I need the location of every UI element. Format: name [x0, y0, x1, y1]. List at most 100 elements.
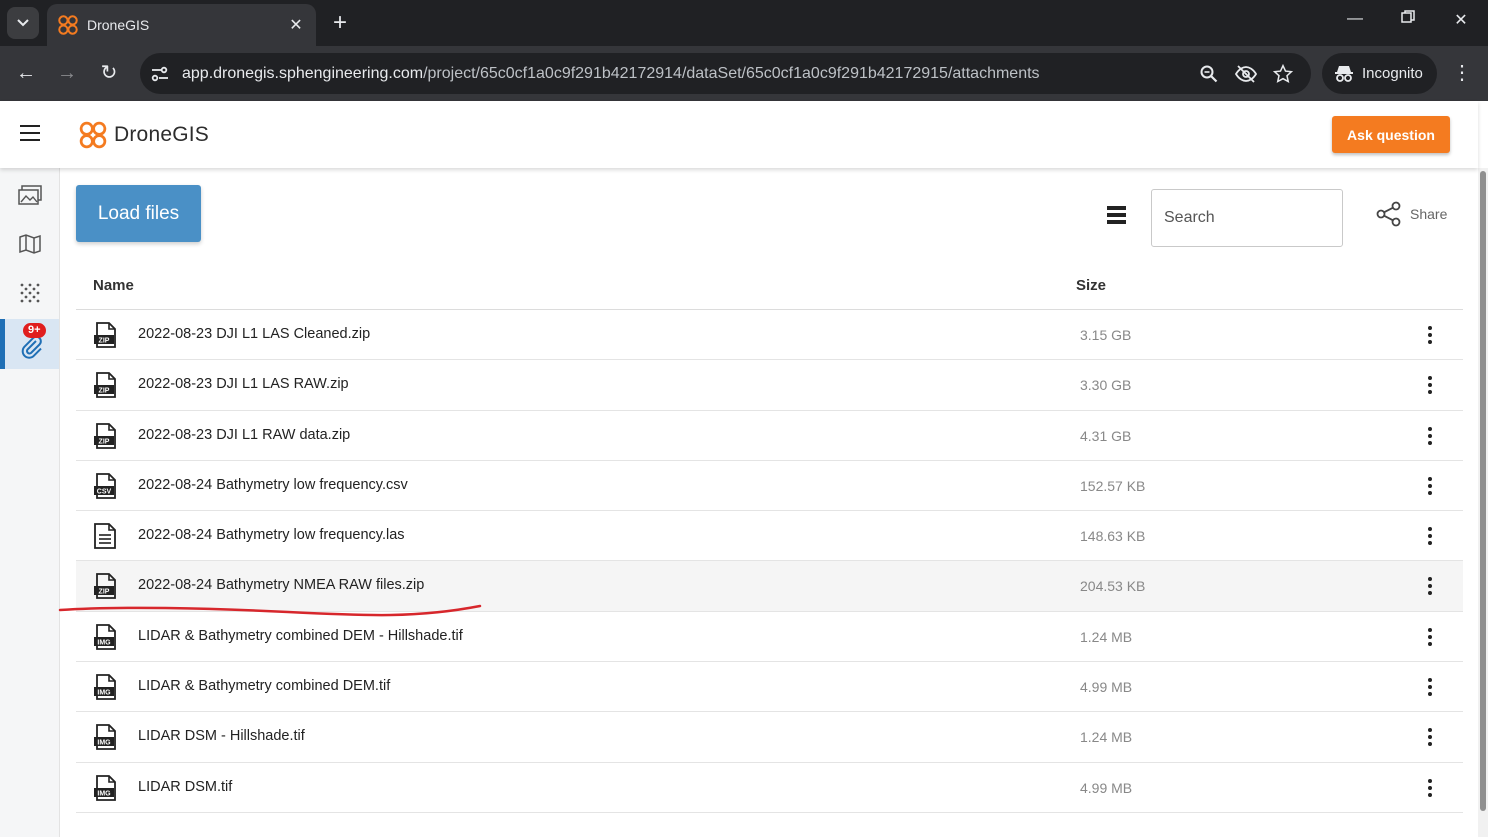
file-size: 1.24 MB	[1080, 628, 1133, 645]
column-header-name[interactable]: Name	[93, 277, 134, 294]
menu-hamburger-icon[interactable]	[20, 125, 40, 141]
minimize-icon[interactable]: —	[1342, 10, 1368, 28]
row-more-options-icon[interactable]	[1420, 475, 1440, 497]
bookmark-star-icon[interactable]	[1271, 62, 1295, 86]
table-row[interactable]: IMG LIDAR & Bathymetry combined DEM.tif 4.…	[76, 662, 1463, 713]
table-header: Name Size	[76, 260, 1463, 310]
list-view-icon[interactable]	[1107, 206, 1126, 224]
file-size: 3.30 GB	[1080, 377, 1132, 394]
restore-icon[interactable]	[1395, 10, 1421, 29]
window-close-icon[interactable]: ✕	[1448, 10, 1474, 30]
incognito-indicator[interactable]: Incognito	[1322, 53, 1437, 94]
file-size: 152.57 KB	[1080, 477, 1146, 494]
share-label: Share	[1410, 206, 1448, 222]
row-more-options-icon[interactable]	[1420, 374, 1440, 396]
column-header-size[interactable]: Size	[1076, 277, 1106, 294]
tab-close-icon[interactable]: ✕	[286, 15, 306, 35]
file-name[interactable]: 2022-08-24 Bathymetry low frequency.csv	[138, 477, 408, 493]
file-name[interactable]: 2022-08-23 DJI L1 RAW data.zip	[138, 427, 350, 443]
load-files-button[interactable]: Load files	[76, 185, 201, 242]
incognito-icon	[1335, 65, 1353, 82]
svg-text:ZIP: ZIP	[99, 388, 110, 395]
file-name[interactable]: 2022-08-24 Bathymetry NMEA RAW files.zip	[138, 577, 424, 593]
table-row[interactable]: IMG LIDAR DSM - Hillshade.tif 1.24 MB	[76, 712, 1463, 763]
row-more-options-icon[interactable]	[1420, 726, 1440, 748]
file-zip-icon: ZIP	[93, 322, 117, 348]
table-row[interactable]: ZIP 2022-08-23 DJI L1 LAS RAW.zip 3.30 GB	[76, 360, 1463, 411]
url-host: app.dronegis.sphengineering.com	[182, 64, 424, 82]
file-zip-icon: ZIP	[93, 372, 117, 399]
table-row[interactable]: CSV 2022-08-24 Bathymetry low frequency.c…	[76, 461, 1463, 512]
attachments-count-badge: 9+	[23, 323, 46, 338]
tracking-protection-eye-icon[interactable]	[1234, 62, 1258, 86]
dronegis-favicon-icon	[57, 14, 79, 36]
row-more-options-icon[interactable]	[1420, 626, 1440, 648]
row-more-options-icon[interactable]	[1420, 676, 1440, 698]
table-row[interactable]: IMG LIDAR DSM.tif 4.99 MB	[76, 763, 1463, 813]
file-img-icon: IMG	[93, 674, 117, 700]
svg-text:ZIP: ZIP	[99, 438, 110, 445]
row-more-options-icon[interactable]	[1420, 525, 1440, 547]
file-name[interactable]: 2022-08-23 DJI L1 LAS RAW.zip	[138, 376, 349, 392]
row-more-options-icon[interactable]	[1420, 777, 1440, 799]
rail-item-gallery[interactable]	[0, 170, 59, 220]
gallery-icon	[17, 185, 42, 205]
svg-text:CSV: CSV	[97, 488, 112, 495]
svg-text:IMG: IMG	[97, 639, 111, 646]
file-size: 148.63 KB	[1080, 528, 1146, 545]
site-info-icon[interactable]	[148, 62, 172, 86]
file-name[interactable]: 2022-08-23 DJI L1 LAS Cleaned.zip	[138, 326, 370, 342]
logo-text: DroneGIS	[114, 123, 209, 146]
file-name[interactable]: LIDAR DSM.tif	[138, 779, 232, 795]
back-arrow-icon[interactable]: ←	[13, 60, 39, 86]
file-doc-icon	[93, 523, 117, 550]
file-size: 4.31 GB	[1080, 427, 1132, 444]
zoom-icon[interactable]	[1197, 62, 1221, 86]
app-logo[interactable]: DroneGIS	[78, 120, 209, 150]
tab-search-button[interactable]	[7, 7, 39, 39]
svg-text:ZIP: ZIP	[99, 589, 110, 596]
share-button[interactable]: Share	[1376, 201, 1447, 227]
file-size: 204.53 KB	[1080, 578, 1146, 595]
rail-item-pointcloud[interactable]	[0, 268, 59, 318]
chevron-down-icon	[17, 19, 29, 27]
ask-question-button[interactable]: Ask question	[1332, 116, 1450, 153]
pointcloud-icon	[20, 283, 39, 303]
svg-text:IMG: IMG	[97, 690, 111, 697]
page-scrollbar[interactable]	[1478, 168, 1488, 837]
tab-title: DroneGIS	[87, 17, 150, 33]
file-name[interactable]: LIDAR DSM - Hillshade.tif	[138, 728, 305, 744]
rail-item-map[interactable]	[0, 219, 59, 269]
left-nav-rail: 9+	[0, 168, 60, 837]
file-csv-icon: CSV	[93, 472, 117, 499]
table-row[interactable]: 2022-08-24 Bathymetry low frequency.las 1…	[76, 511, 1463, 562]
scrollbar-thumb[interactable]	[1480, 171, 1486, 811]
url-path: /project/65c0cf1a0c9f291b42172914/dataSe…	[423, 64, 1040, 82]
file-name[interactable]: 2022-08-24 Bathymetry low frequency.las	[138, 527, 405, 543]
address-bar[interactable]: app.dronegis.sphengineering.com/project/…	[140, 53, 1311, 94]
forward-arrow-icon[interactable]: →	[54, 60, 80, 86]
file-zip-icon: ZIP	[93, 573, 117, 600]
table-row[interactable]: ZIP 2022-08-24 Bathymetry NMEA RAW files.…	[76, 561, 1463, 612]
browser-tab[interactable]: DroneGIS ✕	[47, 4, 316, 46]
file-name[interactable]: LIDAR & Bathymetry combined DEM - Hillsh…	[138, 628, 463, 644]
new-tab-plus-icon[interactable]: +	[328, 9, 352, 37]
row-more-options-icon[interactable]	[1420, 324, 1440, 346]
svg-text:IMG: IMG	[97, 790, 111, 797]
svg-text:ZIP: ZIP	[99, 338, 110, 345]
search-input[interactable]	[1151, 189, 1343, 247]
table-row[interactable]: ZIP 2022-08-23 DJI L1 RAW data.zip 4.31 GB	[76, 411, 1463, 461]
reload-icon[interactable]: ↻	[96, 60, 122, 86]
browser-menu-icon[interactable]: ⋮	[1452, 60, 1472, 86]
incognito-label: Incognito	[1362, 65, 1423, 82]
file-img-icon: IMG	[93, 774, 117, 801]
row-more-options-icon[interactable]	[1420, 575, 1440, 597]
table-row[interactable]: ZIP 2022-08-23 DJI L1 LAS Cleaned.zip 3.15…	[76, 310, 1463, 361]
rail-item-attachments[interactable]: 9+	[0, 319, 59, 369]
table-row[interactable]: IMG LIDAR & Bathymetry combined DEM - Hil…	[76, 612, 1463, 663]
file-name[interactable]: LIDAR & Bathymetry combined DEM.tif	[138, 678, 390, 694]
file-size: 1.24 MB	[1080, 729, 1133, 746]
row-more-options-icon[interactable]	[1420, 425, 1440, 447]
map-icon	[18, 234, 41, 254]
dronegis-logo-icon	[79, 121, 107, 149]
